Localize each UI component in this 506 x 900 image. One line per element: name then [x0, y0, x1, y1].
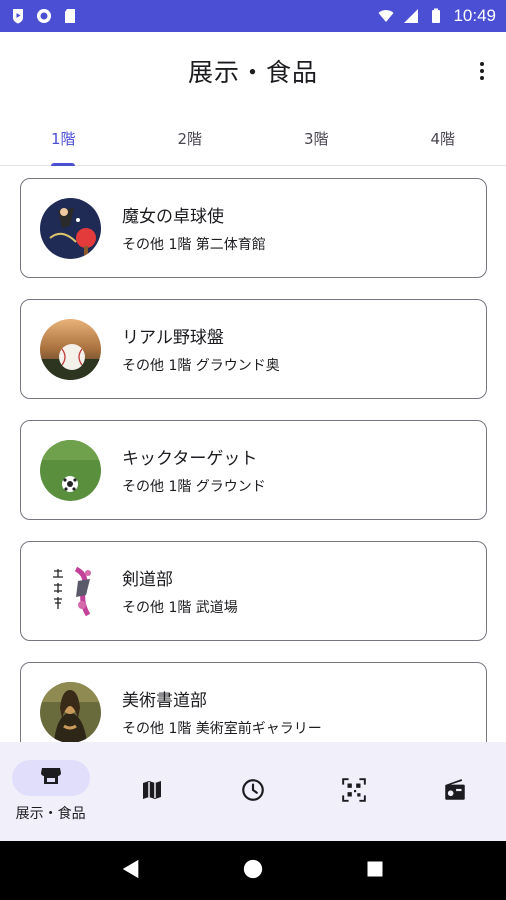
list-item[interactable]: リアル野球盤 その他 1階 グラウンド奥 — [20, 299, 487, 399]
clock-icon — [240, 777, 266, 807]
nav-radio[interactable] — [405, 742, 506, 841]
system-navigation-bar — [0, 841, 506, 900]
sd-card-icon — [62, 8, 78, 24]
status-bar: 10:49 — [0, 0, 506, 32]
nav-map[interactable] — [101, 742, 202, 841]
item-title: 美術書道部 — [122, 691, 207, 711]
tab-floor-3[interactable]: 3階 — [253, 112, 380, 165]
list-item[interactable]: 魔女の卓球使 その他 1階 第二体育館 — [20, 178, 487, 278]
tab-floor-4[interactable]: 4階 — [380, 112, 506, 165]
tab-label: 1階 — [50, 130, 76, 148]
bottom-navigation: 展示・食品 — [0, 742, 506, 841]
map-icon — [140, 778, 164, 806]
nav-exhibits-food[interactable]: 展示・食品 — [0, 742, 101, 841]
record-icon — [36, 8, 52, 24]
qr-scanner-icon — [341, 777, 367, 807]
tab-label: 3階 — [303, 130, 329, 148]
back-triangle-icon — [120, 858, 142, 884]
item-location: その他 1階 第二体育館 — [122, 237, 266, 253]
overflow-menu-button[interactable] — [472, 56, 492, 86]
exhibit-list[interactable]: 魔女の卓球使 その他 1階 第二体育館 リアル野球盤 その他 1階 グラウンド奥… — [20, 178, 487, 742]
nav-schedule[interactable] — [202, 742, 303, 841]
signal-icon — [403, 8, 419, 24]
tab-floor-2[interactable]: 2階 — [127, 112, 254, 165]
status-right-icons: 10:49 — [378, 6, 496, 26]
list-item[interactable]: キックターゲット その他 1階 グラウンド — [20, 420, 487, 520]
item-location: その他 1階 美術室前ギャラリー — [122, 721, 322, 737]
status-left-icons — [10, 8, 78, 24]
item-title: キックターゲット — [122, 449, 258, 469]
back-button[interactable] — [119, 859, 143, 883]
recents-button[interactable] — [363, 859, 387, 883]
baseball-thumbnail — [40, 318, 101, 380]
item-title: 剣道部 — [122, 570, 173, 590]
app-bar: 展示・食品 — [0, 32, 506, 110]
list-item[interactable]: 美術書道部 その他 1階 美術室前ギャラリー — [20, 662, 487, 742]
tab-indicator — [51, 163, 76, 166]
tab-label: 4階 — [430, 130, 456, 148]
play-shield-icon — [10, 8, 26, 24]
list-item[interactable]: 剣道部 その他 1階 武道場 — [20, 541, 487, 641]
soccer-ball-thumbnail — [40, 439, 101, 501]
tab-floor-1[interactable]: 1階 — [0, 112, 127, 166]
kendo-thumbnail — [40, 560, 101, 622]
status-time: 10:49 — [453, 6, 496, 25]
item-location: その他 1階 武道場 — [122, 600, 238, 616]
nav-qr-scanner[interactable] — [304, 742, 405, 841]
mona-lisa-thumbnail — [40, 681, 101, 742]
tab-label: 2階 — [177, 130, 203, 148]
nav-label: 展示・食品 — [15, 806, 86, 822]
nav-active-pill — [11, 760, 90, 796]
radio-icon — [442, 777, 468, 807]
battery-icon — [428, 8, 444, 24]
more-vert-icon — [480, 62, 484, 66]
item-location: その他 1階 グラウンド — [122, 479, 266, 495]
storefront-icon — [39, 764, 63, 792]
home-button[interactable] — [241, 859, 265, 883]
wifi-icon — [378, 8, 394, 24]
floor-tabs: 1階 2階 3階 4階 — [0, 112, 506, 166]
recents-square-icon — [365, 859, 385, 883]
page-title: 展示・食品 — [187, 58, 318, 87]
home-circle-icon — [242, 858, 264, 884]
table-tennis-thumbnail — [40, 197, 101, 259]
item-title: リアル野球盤 — [122, 328, 224, 348]
item-title: 魔女の卓球使 — [122, 207, 224, 227]
item-location: その他 1階 グラウンド奥 — [122, 358, 280, 374]
